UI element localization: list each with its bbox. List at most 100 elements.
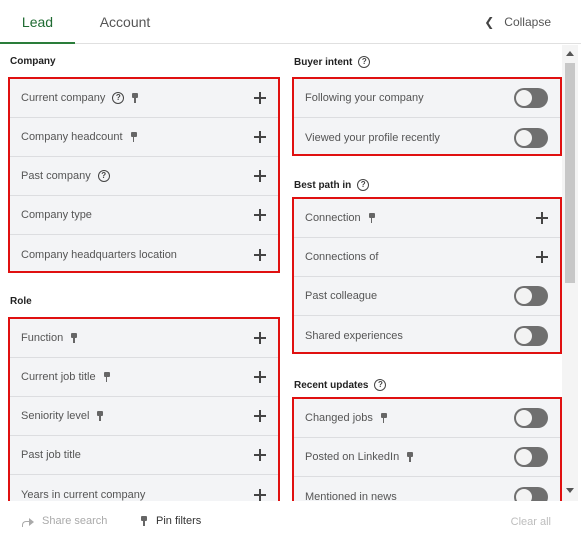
pin-icon[interactable] [406, 452, 414, 462]
scrollbar-thumb[interactable] [565, 63, 575, 283]
toggle-switch[interactable] [514, 286, 548, 306]
tab-lead-label: Lead [21, 14, 54, 30]
toggle-switch[interactable] [514, 447, 548, 467]
help-icon[interactable]: ? [112, 92, 125, 104]
filter-viewed-your-profile-recently[interactable]: Viewed your profile recently [294, 118, 560, 157]
filter-panel-footer: Share search Pin filters Clear all [0, 501, 581, 544]
filter-label: Company type [21, 209, 92, 221]
add-icon[interactable] [254, 131, 266, 143]
filter-label: Connection [305, 212, 361, 224]
role-filters-group: Function Current job title Seniority lev… [8, 317, 280, 501]
toggle-switch[interactable] [514, 486, 548, 501]
add-icon[interactable] [254, 371, 266, 383]
help-icon[interactable]: ? [358, 56, 371, 68]
filter-label: Past colleague [305, 290, 378, 302]
filters-content: Company Current company ? Company headco… [0, 45, 562, 501]
add-icon[interactable] [254, 410, 266, 422]
tab-account-label: Account [99, 14, 151, 30]
filter-past-job-title[interactable]: Past job title [10, 436, 278, 475]
toggle-switch[interactable] [514, 325, 548, 346]
pin-icon[interactable] [131, 93, 139, 103]
pin-icon[interactable] [96, 411, 104, 421]
add-icon[interactable] [254, 332, 266, 344]
filter-label: Years in current company [21, 488, 146, 501]
recent-updates-filters-group: Changed jobs Posted on LinkedIn Mentione… [292, 397, 562, 501]
filter-label: Current job title [21, 371, 96, 383]
filter-company-headquarters-location[interactable]: Company headquarters location [10, 235, 278, 274]
help-icon[interactable]: ? [97, 170, 110, 182]
pin-icon[interactable] [130, 132, 138, 142]
share-search-label: Share search [42, 515, 108, 527]
active-tab-indicator [0, 42, 75, 44]
section-title-company: Company [10, 56, 56, 67]
chevron-left-icon: ❮ [484, 15, 495, 29]
filter-label: Seniority level [21, 410, 90, 422]
filter-seniority-level[interactable]: Seniority level [10, 397, 278, 436]
pin-icon[interactable] [380, 413, 388, 423]
help-icon[interactable]: ? [357, 179, 370, 191]
filter-label: Function [21, 332, 64, 344]
filter-company-headcount[interactable]: Company headcount [10, 118, 278, 157]
pin-filters-button[interactable]: Pin filters [140, 515, 201, 527]
pin-filters-label: Pin filters [156, 515, 202, 527]
add-icon[interactable] [254, 92, 266, 104]
collapse-button[interactable]: ❮ Collapse [484, 0, 551, 44]
help-icon[interactable]: ? [374, 379, 387, 391]
share-search-button[interactable]: Share search [22, 515, 107, 527]
filter-current-company[interactable]: Current company ? [10, 79, 278, 118]
filter-current-job-title[interactable]: Current job title [10, 358, 278, 397]
filter-following-your-company[interactable]: Following your company [294, 79, 560, 118]
filter-shared-experiences[interactable]: Shared experiences [294, 316, 560, 355]
pin-icon [140, 516, 148, 526]
toggle-switch[interactable] [514, 88, 548, 108]
filter-label: Company headquarters location [21, 248, 177, 261]
filter-label: Past company [21, 170, 91, 182]
filter-posted-on-linkedin[interactable]: Posted on LinkedIn [294, 438, 560, 477]
best-path-filters-group: Connection Connections of Past colleague [292, 197, 562, 354]
vertical-scrollbar[interactable] [562, 45, 578, 501]
filter-years-in-current-company[interactable]: Years in current company [10, 475, 278, 501]
section-title-role: Role [10, 296, 32, 307]
pin-icon[interactable] [70, 333, 78, 343]
filter-label: Mentioned in news [305, 490, 397, 502]
add-icon[interactable] [536, 212, 548, 224]
scroll-up-arrow-icon[interactable] [566, 51, 574, 56]
section-title-best-path-in: Best path in ? [294, 179, 370, 191]
add-icon[interactable] [254, 488, 266, 501]
toggle-switch[interactable] [514, 127, 548, 148]
filter-label: Current company [21, 92, 106, 104]
tab-lead[interactable]: Lead [0, 0, 75, 44]
filter-label: Shared experiences [305, 329, 403, 342]
add-icon[interactable] [254, 209, 266, 221]
filter-mentioned-in-news[interactable]: Mentioned in news [294, 477, 560, 501]
filter-changed-jobs[interactable]: Changed jobs [294, 399, 560, 438]
filter-label: Posted on LinkedIn [305, 451, 400, 463]
scroll-down-arrow-icon[interactable] [566, 488, 574, 493]
filter-label: Changed jobs [305, 412, 373, 424]
add-icon[interactable] [254, 449, 266, 461]
toggle-switch[interactable] [514, 408, 548, 428]
tab-account[interactable]: Account [85, 0, 165, 44]
clear-all-button[interactable]: Clear all [511, 516, 551, 528]
pin-icon[interactable] [368, 213, 376, 223]
filter-label: Following your company [305, 92, 424, 104]
filter-label: Company headcount [21, 131, 123, 143]
share-icon [22, 516, 34, 527]
filter-label: Past job title [21, 449, 81, 461]
filter-panel-header: Lead Account ❮ Collapse [0, 0, 581, 44]
filter-label: Connections of [305, 251, 379, 263]
collapse-label: Collapse [504, 15, 551, 29]
filter-label: Viewed your profile recently [305, 131, 440, 144]
filter-company-type[interactable]: Company type [10, 196, 278, 235]
add-icon[interactable] [536, 251, 548, 263]
add-icon[interactable] [254, 248, 266, 261]
buyer-intent-filters-group: Following your company Viewed your profi… [292, 77, 562, 156]
filter-connection[interactable]: Connection [294, 199, 560, 238]
add-icon[interactable] [254, 170, 266, 182]
filter-connections-of[interactable]: Connections of [294, 238, 560, 277]
filter-function[interactable]: Function [10, 319, 278, 358]
filter-past-colleague[interactable]: Past colleague [294, 277, 560, 316]
filter-past-company[interactable]: Past company ? [10, 157, 278, 196]
pin-icon[interactable] [103, 372, 111, 382]
section-title-recent-updates: Recent updates ? [294, 379, 387, 391]
